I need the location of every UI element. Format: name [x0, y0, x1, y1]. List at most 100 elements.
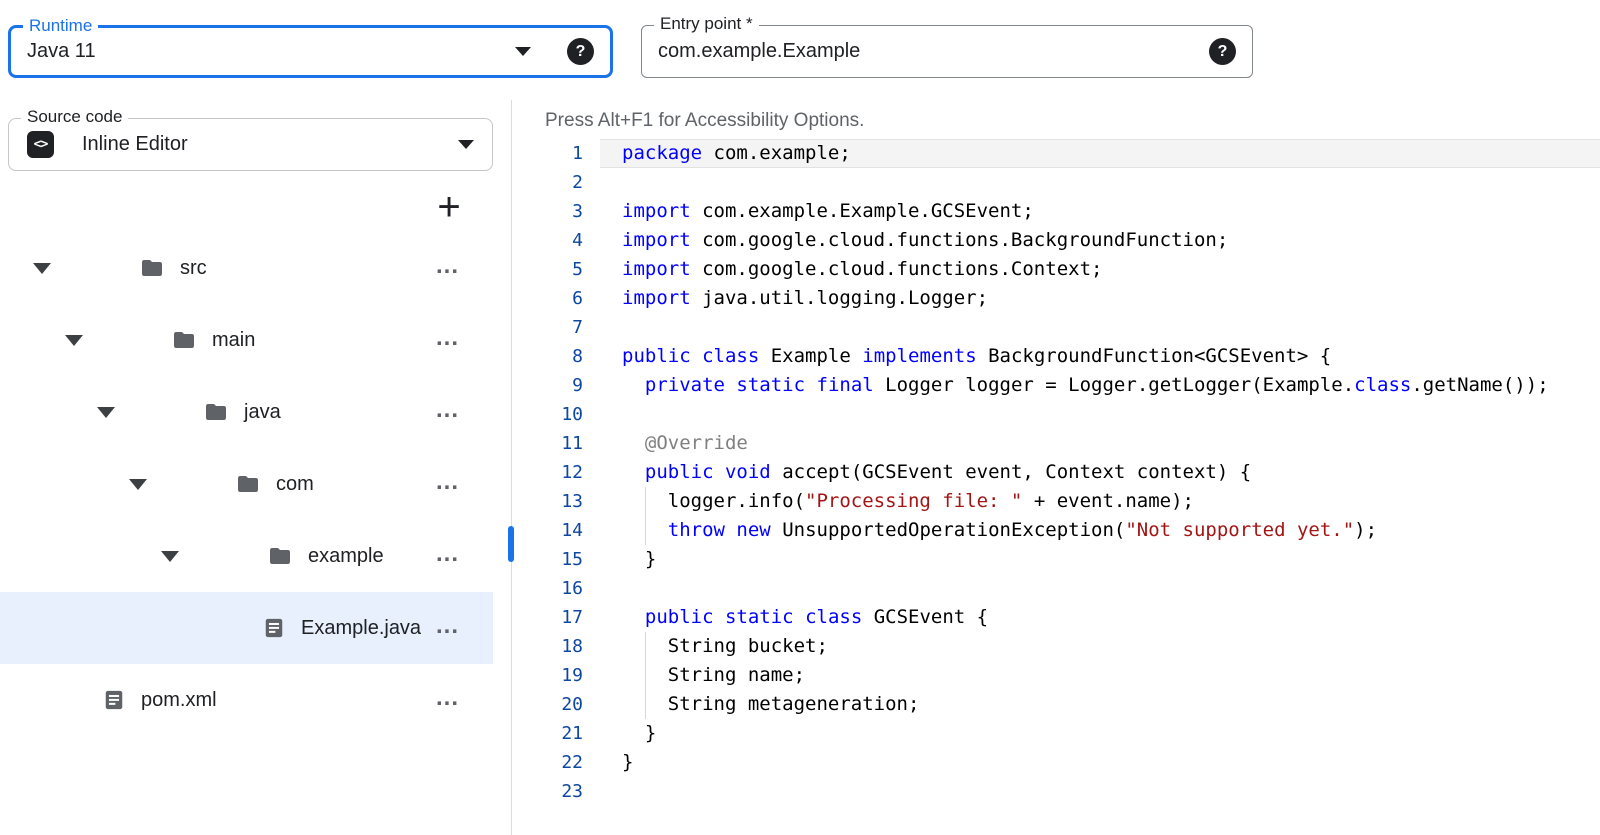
- code-line[interactable]: 14 throw new UnsupportedOperationExcepti…: [512, 516, 1600, 545]
- code-line[interactable]: 21 }: [512, 719, 1600, 748]
- code-line[interactable]: 15 }: [512, 545, 1600, 574]
- more-options-icon[interactable]: ...: [436, 540, 459, 568]
- file-icon: [103, 689, 125, 711]
- tree-item-main[interactable]: main...: [0, 304, 493, 376]
- more-options-icon[interactable]: ...: [436, 684, 459, 712]
- line-number: 2: [512, 168, 583, 197]
- file-icon: [263, 617, 285, 639]
- tree-item-java[interactable]: java...: [0, 376, 493, 448]
- code-lines: 1package com.example;23import com.exampl…: [512, 139, 1600, 806]
- source-code-label: Source code: [21, 107, 128, 127]
- tree-item-com[interactable]: com...: [0, 448, 493, 520]
- indent-guide: [645, 690, 646, 719]
- line-number: 16: [512, 574, 583, 603]
- accessibility-hint: Press Alt+F1 for Accessibility Options.: [545, 110, 864, 132]
- code-line-text: import com.google.cloud.functions.Contex…: [622, 255, 1102, 284]
- code-line[interactable]: 10: [512, 400, 1600, 429]
- line-number: 17: [512, 603, 583, 632]
- code-line-text: }: [622, 545, 656, 574]
- tree-item-label: java: [244, 401, 281, 424]
- runtime-help-icon[interactable]: ?: [567, 38, 594, 65]
- expand-caret-icon[interactable]: [129, 479, 147, 490]
- code-line[interactable]: 23: [512, 777, 1600, 806]
- line-number: 12: [512, 458, 583, 487]
- entry-point-field[interactable]: Entry point * ?: [641, 25, 1253, 78]
- code-line[interactable]: 6import java.util.logging.Logger;: [512, 284, 1600, 313]
- code-line[interactable]: 13 logger.info("Processing file: " + eve…: [512, 487, 1600, 516]
- code-line-text: package com.example;: [622, 139, 851, 168]
- more-options-icon[interactable]: ...: [436, 252, 459, 280]
- line-number: 21: [512, 719, 583, 748]
- line-number: 3: [512, 197, 583, 226]
- tree-item-example[interactable]: example...: [0, 520, 493, 592]
- code-line-text: @Override: [622, 429, 748, 458]
- runtime-select[interactable]: Runtime Java 11 ?: [8, 25, 613, 78]
- entry-point-help-icon[interactable]: ?: [1209, 38, 1236, 65]
- code-line[interactable]: 3import com.example.Example.GCSEvent;: [512, 197, 1600, 226]
- code-line[interactable]: 22}: [512, 748, 1600, 777]
- add-file-button[interactable]: +: [428, 186, 470, 228]
- chevron-down-icon[interactable]: [515, 47, 531, 56]
- source-code-value: Inline Editor: [82, 133, 188, 156]
- expand-caret-icon[interactable]: [97, 407, 115, 418]
- tree-item-label: src: [180, 257, 207, 280]
- more-options-icon[interactable]: ...: [436, 324, 459, 352]
- expand-caret-icon[interactable]: [161, 551, 179, 562]
- code-icon: <>: [27, 131, 54, 158]
- code-line-text: import java.util.logging.Logger;: [622, 284, 988, 313]
- line-number: 14: [512, 516, 583, 545]
- tree-item-example-java[interactable]: Example.java...: [0, 592, 493, 664]
- runtime-value: Java 11: [27, 40, 96, 63]
- code-line-text: import com.google.cloud.functions.Backgr…: [622, 226, 1228, 255]
- line-number: 22: [512, 748, 583, 777]
- code-line-text: private static final Logger logger = Log…: [622, 371, 1549, 400]
- code-line[interactable]: 9 private static final Logger logger = L…: [512, 371, 1600, 400]
- tree-item-label: main: [212, 329, 255, 352]
- code-line-text: public class Example implements Backgrou…: [622, 342, 1331, 371]
- code-line[interactable]: 8 public class Example implements Backgro…: [512, 342, 1600, 371]
- line-number: 8: [512, 342, 583, 371]
- code-line[interactable]: 7: [512, 313, 1600, 342]
- folder-icon: [204, 400, 228, 424]
- tree-item-src[interactable]: src...: [0, 232, 493, 304]
- entry-point-input[interactable]: [658, 40, 1197, 63]
- code-line-text: }: [622, 719, 656, 748]
- code-line-text: String metageneration;: [622, 690, 919, 719]
- folder-icon: [268, 544, 292, 568]
- line-number: 19: [512, 661, 583, 690]
- folder-icon: [140, 256, 164, 280]
- line-number: 9: [512, 371, 583, 400]
- more-options-icon[interactable]: ...: [436, 612, 459, 640]
- line-number: 18: [512, 632, 583, 661]
- indent-guide: [645, 661, 646, 690]
- code-line-text: public void accept(GCSEvent event, Conte…: [622, 458, 1251, 487]
- code-line[interactable]: 12 public void accept(GCSEvent event, Co…: [512, 458, 1600, 487]
- code-editor[interactable]: 1package com.example;23import com.exampl…: [512, 139, 1600, 806]
- code-line[interactable]: 4import com.google.cloud.functions.Backg…: [512, 226, 1600, 255]
- expand-caret-icon[interactable]: [33, 263, 51, 274]
- chevron-down-icon[interactable]: [458, 140, 474, 149]
- folder-icon: [172, 328, 196, 352]
- more-options-icon[interactable]: ...: [436, 468, 459, 496]
- indent-guide: [645, 516, 646, 545]
- code-line[interactable]: 20 String metageneration;: [512, 690, 1600, 719]
- more-options-icon[interactable]: ...: [436, 396, 459, 424]
- source-code-select[interactable]: Source code <> Inline Editor: [8, 118, 493, 171]
- code-line[interactable]: 1package com.example;: [512, 139, 1600, 168]
- code-line[interactable]: 17 public static class GCSEvent {: [512, 603, 1600, 632]
- runtime-label: Runtime: [23, 16, 98, 36]
- line-number: 7: [512, 313, 583, 342]
- line-number: 11: [512, 429, 583, 458]
- tree-item-label: example: [308, 545, 384, 568]
- folder-icon: [236, 472, 260, 496]
- code-line[interactable]: 2: [512, 168, 1600, 197]
- expand-caret-icon[interactable]: [65, 335, 83, 346]
- code-line[interactable]: 18 String bucket;: [512, 632, 1600, 661]
- code-line[interactable]: 11 @Override: [512, 429, 1600, 458]
- line-number: 13: [512, 487, 583, 516]
- code-line[interactable]: 19 String name;: [512, 661, 1600, 690]
- tree-item-pom-xml[interactable]: pom.xml...: [0, 664, 493, 736]
- code-line[interactable]: 5import com.google.cloud.functions.Conte…: [512, 255, 1600, 284]
- tree-item-label: Example.java: [301, 617, 421, 640]
- code-line[interactable]: 16: [512, 574, 1600, 603]
